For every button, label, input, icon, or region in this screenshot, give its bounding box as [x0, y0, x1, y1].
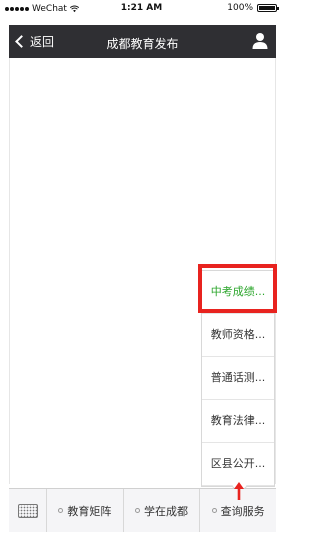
submenu-item-education-law[interactable]: 教育法律... [202, 400, 274, 443]
page-title: 成都教育发布 [106, 37, 179, 51]
battery-percent: 100% [227, 3, 253, 13]
nav-bar: 返回 成都教育发布 [9, 25, 276, 58]
keyboard-toggle-button[interactable] [9, 489, 47, 532]
submenu-item-mandarin-test[interactable]: 普通话测... [202, 357, 274, 400]
menu-tab-label: 教育矩阵 [67, 504, 112, 518]
menu-dot-icon [135, 508, 140, 513]
status-bar: WeChat 1:21 AM 100% [0, 0, 283, 18]
status-right: 100% [227, 3, 279, 13]
battery-icon [257, 4, 279, 12]
menu-tab-label: 学在成都 [144, 504, 188, 518]
submenu-popup: 中考成绩... 教师资格... 普通话测... 教育法律... 区县公开... [201, 270, 275, 495]
annotation-arrow-up-icon [234, 482, 244, 500]
submenu-item-exam-scores[interactable]: 中考成绩... [202, 271, 274, 314]
menu-tab-education-matrix[interactable]: 教育矩阵 [47, 489, 124, 532]
menu-tab-label: 查询服务 [220, 504, 265, 518]
profile-icon[interactable] [252, 32, 268, 50]
menu-dot-icon [211, 508, 217, 513]
submenu-item-teacher-qualification[interactable]: 教师资格... [202, 314, 274, 357]
menu-tab-study-in-chengdu[interactable]: 学在成都 [124, 489, 201, 532]
phone-screen: WeChat 1:21 AM 100% 返回 成都教育发布 中考成绩... 教师… [0, 0, 283, 534]
keyboard-icon [17, 503, 38, 518]
menu-dot-icon [58, 508, 64, 513]
